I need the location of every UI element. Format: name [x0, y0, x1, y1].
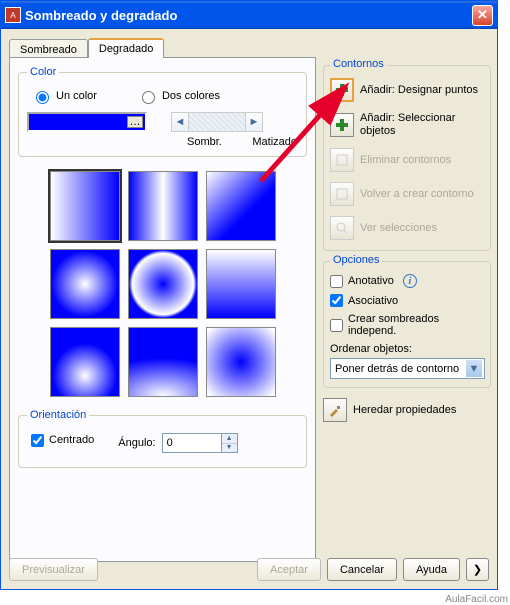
close-button[interactable]: ✕ — [472, 5, 493, 26]
inherit-properties-button[interactable]: Heredar propiedades — [323, 398, 491, 422]
angle-spinner[interactable]: ▲▼ — [162, 433, 238, 453]
ok-button: Aceptar — [257, 558, 321, 581]
scroll-left-button[interactable]: ◄ — [171, 112, 189, 132]
cancel-button[interactable]: Cancelar — [327, 558, 397, 581]
order-select-value: Poner detrás de contorno — [335, 363, 459, 375]
associative-checkbox[interactable]: Asociativo — [330, 294, 484, 307]
recreate-contour-button: Volver a crear contorno — [330, 182, 484, 206]
watermark: AulaFacil.com — [445, 594, 508, 605]
brush-icon — [323, 398, 347, 422]
contours-group: Contornos Añadir: Designar puntos Añadir… — [323, 65, 491, 251]
gradient-swatch-8[interactable] — [128, 327, 198, 397]
scroll-right-button[interactable]: ► — [245, 112, 263, 132]
centered-checkbox[interactable]: Centrado — [31, 434, 94, 447]
remove-contours-button: Eliminar contornos — [330, 148, 484, 172]
gradient-swatch-9[interactable] — [206, 327, 276, 397]
color-swatch-button[interactable]: … — [27, 112, 147, 132]
order-label: Ordenar objetos: — [330, 343, 484, 355]
dialog-buttons: Previsualizar Aceptar Cancelar Ayuda ❯ — [9, 558, 489, 581]
preview-button: Previsualizar — [9, 558, 98, 581]
help-button[interactable]: Ayuda — [403, 558, 460, 581]
radio-two-colors[interactable]: Dos colores — [137, 88, 220, 104]
gradient-swatch-3[interactable] — [206, 171, 276, 241]
independent-checkbox-input[interactable] — [330, 319, 343, 332]
magnifier-icon — [330, 216, 354, 240]
chevron-down-icon: ▼ — [466, 360, 482, 377]
angle-label: Ángulo: — [118, 437, 155, 449]
plus-pick-icon — [330, 78, 354, 102]
tint-label: Matizado — [252, 136, 297, 148]
remove-icon — [330, 148, 354, 172]
contours-legend: Contornos — [330, 58, 387, 70]
recreate-icon — [330, 182, 354, 206]
expand-button[interactable]: ❯ — [466, 558, 489, 581]
titlebar[interactable]: A Sombreado y degradado ✕ — [1, 1, 497, 29]
independent-checkbox[interactable]: Crear sombreados independ. — [330, 313, 484, 337]
gradient-swatch-4[interactable] — [50, 249, 120, 319]
add-select-objects-button[interactable]: Añadir: Seleccionar objetos — [330, 112, 484, 138]
associative-checkbox-input[interactable] — [330, 294, 343, 307]
tab-strip: Sombreado Degradado — [9, 37, 489, 57]
annotative-checkbox-input[interactable] — [330, 275, 343, 288]
order-select[interactable]: Poner detrás de contorno ▼ — [330, 358, 485, 379]
info-icon[interactable]: i — [403, 274, 417, 288]
tint-slider[interactable]: ◄ ► — [171, 112, 263, 132]
dialog-content: Sombreado Degradado Color Un color Dos c… — [1, 29, 497, 589]
color-legend: Color — [27, 66, 59, 78]
gradient-swatch-1[interactable] — [50, 171, 120, 241]
angle-input[interactable] — [162, 433, 222, 453]
view-selections-button: Ver selecciones — [330, 216, 484, 240]
dialog-window: A Sombreado y degradado ✕ Sombreado Degr… — [0, 0, 498, 590]
gradient-swatch-6[interactable] — [206, 249, 276, 319]
gradient-swatch-7[interactable] — [50, 327, 120, 397]
plus-select-icon — [330, 113, 354, 137]
app-icon: A — [5, 7, 21, 23]
tab-panel-degradado: Color Un color Dos colores … ◄ ► — [9, 57, 316, 562]
options-legend: Opciones — [330, 254, 382, 266]
scroll-track[interactable] — [189, 112, 245, 132]
gradient-swatch-5[interactable] — [128, 249, 198, 319]
right-column: Contornos Añadir: Designar puntos Añadir… — [323, 65, 491, 432]
orientation-legend: Orientación — [27, 409, 89, 421]
tab-degradado[interactable]: Degradado — [88, 38, 164, 58]
window-title: Sombreado y degradado — [25, 8, 472, 23]
angle-up-button[interactable]: ▲ — [222, 434, 237, 444]
radio-two-colors-input[interactable] — [142, 91, 155, 104]
orientation-group: Orientación Centrado Ángulo: ▲▼ — [18, 409, 307, 468]
gradient-swatches — [43, 171, 283, 397]
color-group: Color Un color Dos colores … ◄ ► — [18, 66, 307, 157]
radio-one-color[interactable]: Un color — [31, 88, 97, 104]
shade-label: Sombr. — [187, 136, 222, 148]
angle-down-button[interactable]: ▼ — [222, 444, 237, 453]
centered-checkbox-input[interactable] — [31, 434, 44, 447]
radio-one-color-input[interactable] — [36, 91, 49, 104]
annotative-checkbox[interactable]: Anotativoi — [330, 274, 484, 288]
gradient-swatch-2[interactable] — [128, 171, 198, 241]
add-pick-points-button[interactable]: Añadir: Designar puntos — [330, 78, 484, 102]
options-group: Opciones Anotativoi Asociativo Crear som… — [323, 261, 491, 388]
tab-sombreado[interactable]: Sombreado — [9, 39, 88, 59]
ellipsis-icon[interactable]: … — [127, 116, 143, 128]
